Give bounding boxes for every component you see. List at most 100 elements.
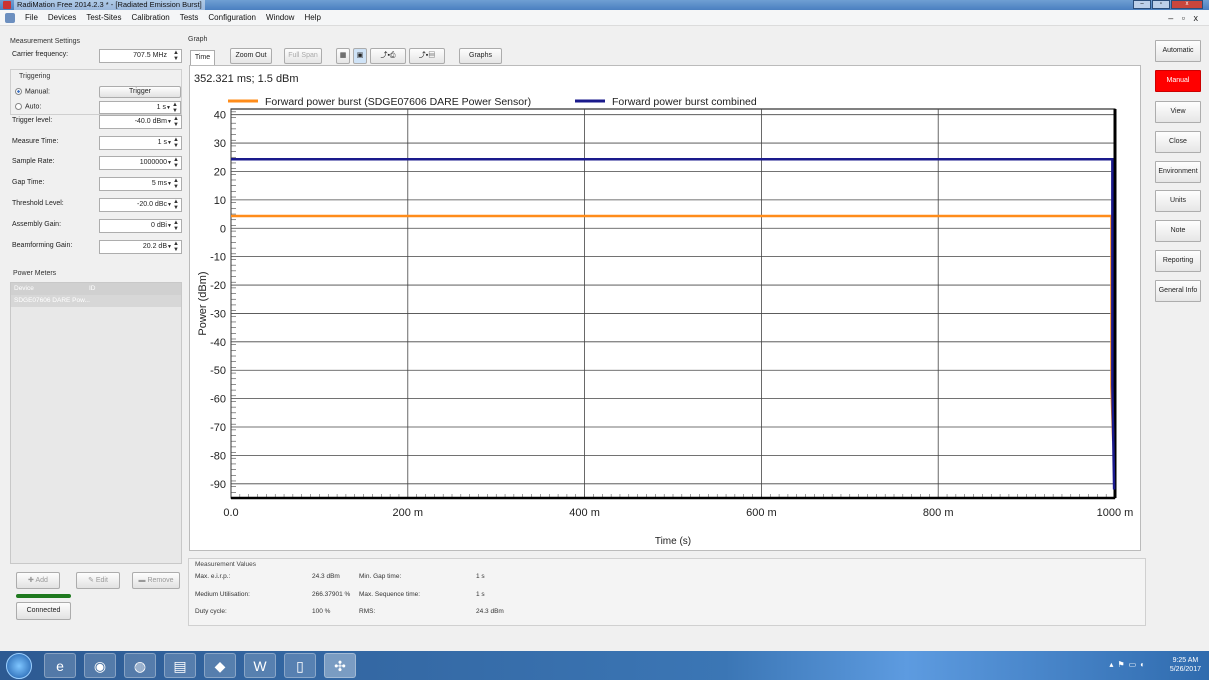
close-button[interactable]: Close	[1155, 131, 1201, 153]
document-icon[interactable]	[5, 13, 15, 23]
power-meter-device-cell: SDGE07606 DARE Pow...	[14, 297, 90, 304]
menu-file[interactable]: File	[20, 10, 43, 26]
column-id[interactable]: ID	[89, 283, 96, 295]
menu-configuration[interactable]: Configuration	[203, 10, 261, 26]
general-info-button[interactable]: General Info	[1155, 280, 1201, 302]
legend-toggle-icon[interactable]: ▣	[353, 48, 367, 64]
threshold-level-input[interactable]: -20.0 dBc ▼ ▲ ▼	[99, 198, 182, 212]
trigger-level-row: Trigger level: -40.0 dBm ▼ ▲ ▼	[10, 115, 182, 129]
trigger-level-input[interactable]: -40.0 dBm ▼ ▲ ▼	[99, 115, 182, 129]
media-player-icon[interactable]: ◍	[124, 653, 156, 678]
cursor-readout: 352.321 ms; 1.5 dBm	[194, 73, 299, 85]
word-icon[interactable]: W	[244, 653, 276, 678]
assembly-gain-input[interactable]: 0 dBi ▼ ▲ ▼	[99, 219, 182, 233]
radimation-app-icon[interactable]: ✣	[324, 653, 356, 678]
menu-devices[interactable]: Devices	[43, 10, 81, 26]
automatic-button[interactable]: Automatic	[1155, 40, 1201, 62]
auto-interval-input[interactable]: 1 s ▼ ▲ ▼	[99, 101, 181, 114]
spinner-icon[interactable]: ▲ ▼	[173, 220, 179, 232]
connected-button[interactable]: Connected	[16, 602, 71, 620]
spinner-icon[interactable]: ▲ ▼	[173, 241, 179, 253]
plot-area[interactable]: 352.321 ms; 1.5 dBm Forward power burst …	[189, 65, 1141, 551]
x-tick-label: 1000 m	[1097, 507, 1134, 519]
spinner-icon[interactable]: ▲ ▼	[173, 116, 179, 128]
plot-box	[230, 108, 1116, 499]
auto-radio[interactable]: Auto:	[15, 103, 41, 110]
window-title: RadiMation Free 2014.2.3 * - [Radiated E…	[14, 0, 205, 10]
trigger-button[interactable]: Trigger	[99, 86, 181, 98]
grid-toggle-icon[interactable]: ▦	[336, 48, 350, 64]
chevron-down-icon[interactable]: ▼	[167, 116, 172, 128]
beamforming-gain-input[interactable]: 20.2 dB ▼ ▲ ▼	[99, 240, 182, 254]
spinner-icon[interactable]: ▲ ▼	[173, 199, 179, 211]
gap-time-input[interactable]: 5 ms ▼ ▲ ▼	[99, 177, 182, 191]
wifi-app-icon[interactable]: ◉	[84, 653, 116, 678]
assembly-gain-row: Assembly Gain: 0 dBi ▼ ▲ ▼	[10, 219, 182, 233]
carrier-frequency-input[interactable]: 707.5 MHz ▲ ▼	[99, 49, 182, 63]
copy-graph-icon[interactable]: ⤴▪▤	[409, 48, 445, 64]
power-time-chart[interactable]: 352.321 ms; 1.5 dBm Forward power burst …	[190, 66, 1140, 550]
system-tray-icons[interactable]: ▴⚑▭◐	[1109, 660, 1149, 669]
spinner-icon[interactable]: ▲ ▼	[173, 157, 179, 169]
sample-rate-label: Sample Rate:	[12, 158, 55, 165]
menu-window[interactable]: Window	[261, 10, 299, 26]
note-button[interactable]: Note	[1155, 220, 1201, 242]
maximize-button[interactable]: ▫	[1152, 0, 1170, 9]
document-app-icon[interactable]: ▯	[284, 653, 316, 678]
triggering-group: Triggering Manual: Trigger Auto: 1 s ▼ ▲…	[10, 69, 182, 115]
graph-header: Graph	[188, 36, 208, 43]
chevron-down-icon[interactable]: ▼	[167, 199, 172, 211]
chevron-down-icon[interactable]: ▼	[167, 178, 172, 190]
view-button[interactable]: View	[1155, 101, 1201, 123]
max-sequence-time-value: 1 s	[476, 591, 485, 598]
y-tick-label: 10	[214, 195, 226, 207]
connection-status-bar	[16, 594, 71, 598]
menu-test-sites[interactable]: Test-Sites	[81, 10, 126, 26]
chevron-down-icon[interactable]: ▼	[167, 157, 172, 169]
chevron-down-icon[interactable]: ▼	[167, 137, 172, 149]
manual-radio[interactable]: Manual:	[15, 88, 50, 95]
duty-cycle-label: Duty cycle:	[195, 608, 227, 615]
start-button-icon[interactable]	[6, 653, 32, 679]
radio-selected-icon[interactable]	[15, 88, 22, 95]
power-meters-table[interactable]: Device ID SDGE07606 DARE Pow...	[10, 282, 182, 564]
mdi-window-controls[interactable]: – ▫ x	[1168, 10, 1201, 26]
table-row[interactable]: SDGE07606 DARE Pow...	[11, 295, 181, 307]
rms-value: 24.3 dBm	[476, 608, 504, 615]
chevron-down-icon[interactable]: ▼	[166, 102, 171, 114]
spinner-icon[interactable]: ▲ ▼	[173, 178, 179, 190]
manual-button[interactable]: Manual	[1155, 70, 1201, 92]
max-eirp-label: Max. e.i.r.p.:	[195, 573, 231, 580]
min-gap-time-value: 1 s	[476, 573, 485, 580]
print-graph-icon[interactable]: ⤴▪⎙	[370, 48, 406, 64]
column-device[interactable]: Device	[14, 285, 34, 292]
radio-unselected-icon[interactable]	[15, 103, 22, 110]
chevron-down-icon[interactable]: ▼	[167, 220, 172, 232]
spinner-icon[interactable]: ▲ ▼	[172, 102, 178, 114]
measurement-settings-panel: Measurement Settings Carrier frequency: …	[10, 36, 182, 626]
sample-rate-input[interactable]: 1000000 ▼ ▲ ▼	[99, 156, 182, 170]
internet-explorer-icon[interactable]: e	[44, 653, 76, 678]
zoom-out-button[interactable]: Zoom Out	[230, 48, 272, 64]
menu-bar: File Devices Test-Sites Calibration Test…	[0, 10, 1209, 26]
tab-time[interactable]: Time	[190, 50, 215, 65]
close-window-button[interactable]: x	[1171, 0, 1203, 9]
measure-time-input[interactable]: 1 s ▼ ▲ ▼	[99, 136, 182, 150]
menu-tests[interactable]: Tests	[175, 10, 204, 26]
clock[interactable]: 9:25 AM 5/26/2017	[1170, 656, 1201, 674]
network-app-icon[interactable]: ◆	[204, 653, 236, 678]
reporting-button[interactable]: Reporting	[1155, 250, 1201, 272]
minimize-button[interactable]: –	[1133, 0, 1151, 9]
chevron-down-icon[interactable]: ▼	[167, 241, 172, 253]
menu-calibration[interactable]: Calibration	[126, 10, 174, 26]
environment-button[interactable]: Environment	[1155, 161, 1201, 183]
y-tick-label: -80	[210, 450, 226, 462]
spinner-icon[interactable]: ▲ ▼	[173, 50, 179, 62]
units-button[interactable]: Units	[1155, 190, 1201, 212]
spinner-icon[interactable]: ▲ ▼	[173, 137, 179, 149]
graphs-button[interactable]: Graphs	[459, 48, 502, 64]
file-explorer-icon[interactable]: ▤	[164, 653, 196, 678]
table-header: Device ID	[11, 283, 181, 295]
menu-help[interactable]: Help	[299, 10, 325, 26]
max-sequence-time-label: Max. Sequence time:	[359, 591, 421, 598]
